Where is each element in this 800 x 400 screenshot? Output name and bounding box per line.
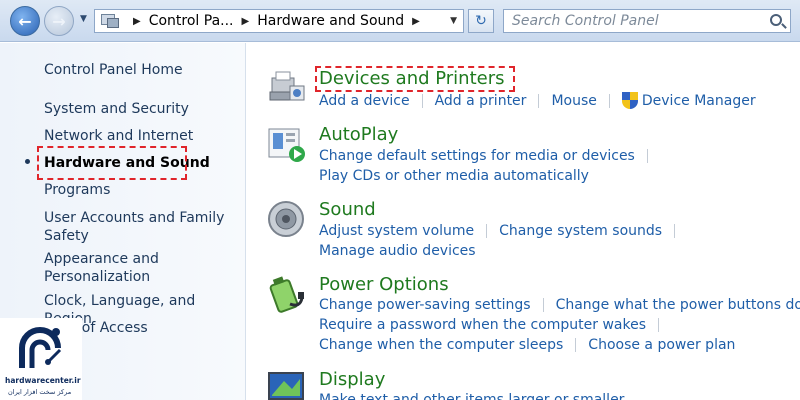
hardwarecenter-logo: hardwarecenter.ir مرکز سخت افزار ایران [0,318,82,400]
link-divider [646,149,648,163]
sidebar-item-user-accounts[interactable]: User Accounts and Family Safety [44,209,239,245]
logo-tagline: مرکز سخت افزار ایران [8,388,72,396]
autoplay-icon [268,128,305,162]
require-password-link[interactable]: Require a password when the computer wak… [319,317,646,333]
sidebar-item-appearance[interactable]: Appearance and Personalization [44,250,239,286]
device-manager-link[interactable]: Device Manager [642,93,756,109]
add-a-printer-link[interactable]: Add a printer [435,93,527,109]
breadcrumb-chevron-icon[interactable]: ▶ [412,16,420,27]
power-options-title[interactable]: Power Options [319,274,449,295]
sound-links-row-2: Manage audio devices [319,243,476,259]
add-a-device-link[interactable]: Add a device [319,93,410,109]
devices-and-printers-title[interactable]: Devices and Printers [319,68,505,89]
change-power-buttons-link[interactable]: Change what the power buttons do [556,297,800,313]
sidebar-item-control-panel-home[interactable]: Control Panel Home [44,61,239,79]
uac-shield-icon [621,92,638,109]
section-autoplay: AutoPlay Change default settings for med… [266,124,800,186]
link-divider [538,93,540,108]
change-when-sleeps-link[interactable]: Change when the computer sleeps [319,337,563,353]
autoplay-links-row-2: Play CDs or other media automatically [319,168,589,184]
display-title[interactable]: Display [319,369,385,390]
change-power-saving-link[interactable]: Change power-saving settings [319,297,531,313]
autoplay-links-row-1: Change default settings for media or dev… [319,148,660,164]
adjust-system-volume-link[interactable]: Adjust system volume [319,223,474,239]
manage-audio-devices-link[interactable]: Manage audio devices [319,243,476,259]
breadcrumb-hardware-and-sound[interactable]: Hardware and Sound [257,13,404,29]
sound-title[interactable]: Sound [319,199,376,220]
autoplay-title[interactable]: AutoPlay [319,124,398,145]
change-system-sounds-link[interactable]: Change system sounds [499,223,662,239]
section-devices-and-printers: Devices and Printers Add a device Add a … [266,68,800,112]
sidebar-item-hardware-and-sound[interactable]: Hardware and Sound [44,154,239,172]
active-item-bullet-icon [25,159,30,164]
make-text-larger-link[interactable]: Make text and other items larger or smal… [319,392,624,400]
printer-icon [269,71,305,101]
search-input[interactable]: Search Control Panel [503,9,791,33]
breadcrumb-chevron-icon[interactable]: ▶ [133,16,141,27]
link-divider [575,338,577,352]
power-links-row-3: Change when the computer sleeps Choose a… [319,337,735,353]
battery-icon [269,276,304,313]
link-divider [421,93,423,108]
breadcrumb-chevron-icon[interactable]: ▶ [242,16,250,27]
address-toolbar: ← → ▼ ▶ Control Pa... ▶ Hardware and Sou… [0,0,800,42]
section-sound: Sound Adjust system volume Change system… [266,199,800,261]
power-links-row-1: Change power-saving settings Change what… [319,297,800,313]
refresh-button[interactable]: ↻ [468,9,494,33]
choose-power-plan-link[interactable]: Choose a power plan [588,337,735,353]
link-divider [658,318,660,332]
forward-arrow-icon: → [52,11,66,31]
devices-links-row: Add a device Add a printer Mouse Device … [319,92,756,109]
logo-name: hardwarecenter.ir [5,376,81,385]
address-bar[interactable]: ▶ Control Pa... ▶ Hardware and Sound ▶ ▼ [94,9,464,33]
display-icon [268,372,304,400]
mouse-link[interactable]: Mouse [551,93,596,109]
recent-pages-chevron-icon[interactable]: ▼ [80,14,87,24]
search-placeholder: Search Control Panel [512,13,659,29]
sound-links-row-1: Adjust system volume Change system sound… [319,223,687,239]
sidebar-item-network-and-internet[interactable]: Network and Internet [44,127,239,145]
play-cds-link[interactable]: Play CDs or other media automatically [319,168,589,184]
logo-mark-icon [19,327,62,368]
power-links-row-2: Require a password when the computer wak… [319,317,671,333]
control-panel-icon [99,13,121,29]
sidebar-item-programs[interactable]: Programs [44,181,239,199]
back-button[interactable]: ← [10,6,40,36]
refresh-icon: ↻ [475,13,487,29]
address-dropdown-icon[interactable]: ▼ [450,16,457,26]
back-arrow-icon: ← [18,11,32,31]
breadcrumb-control-panel[interactable]: Control Pa... [149,13,234,29]
section-power-options: Power Options Change power-saving settin… [266,274,800,358]
change-default-settings-link[interactable]: Change default settings for media or dev… [319,148,635,164]
sidebar-item-system-and-security[interactable]: System and Security [44,100,239,118]
speaker-icon [268,201,304,237]
link-divider [542,298,544,312]
link-divider [486,224,488,238]
link-divider [674,224,676,238]
link-divider [608,93,610,108]
forward-button[interactable]: → [44,6,74,36]
section-display: Display Make text and other items larger… [266,369,800,400]
search-icon[interactable] [770,14,782,26]
display-links-row-1: Make text and other items larger or smal… [319,392,624,400]
